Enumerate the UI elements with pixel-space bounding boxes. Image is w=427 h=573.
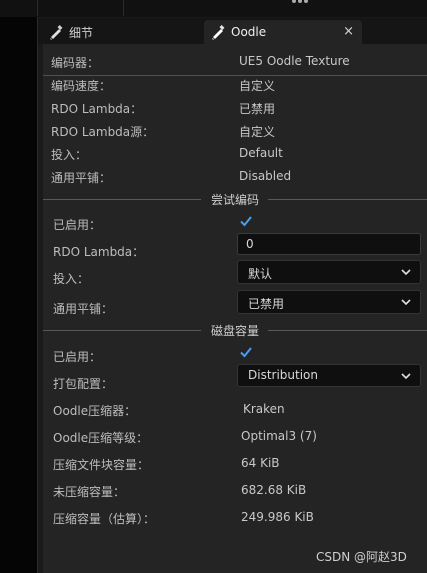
info-row-rdo-lambda: RDO Lambda： 已禁用 <box>43 96 427 118</box>
disk-label: 压缩容量（估算）： <box>53 512 156 526</box>
info-value: Default <box>239 146 283 160</box>
top-strip-segment <box>0 0 38 16</box>
try-rdo-label: RDO Lambda： <box>53 245 145 259</box>
tiling-dropdown[interactable]: 已禁用 <box>237 290 421 314</box>
section-line <box>268 199 427 200</box>
disk-row-compressor: Oodle压缩器： Kraken <box>43 398 427 420</box>
info-label: 编码速度： <box>51 79 112 93</box>
close-icon[interactable]: × <box>343 24 354 39</box>
effort-dropdown[interactable]: 默认 <box>237 260 421 284</box>
try-tiling-label: 通用平铺： <box>53 302 114 316</box>
chevron-down-icon <box>401 299 411 306</box>
info-row-effort: 投入： Default <box>43 142 427 164</box>
disk-label: 压缩文件块容量： <box>53 458 150 472</box>
pack-config-selected: Distribution <box>248 368 319 382</box>
oodle-panel: 编码器： UE5 Oodle Texture 编码速度： 自定义 RDO Lam… <box>43 44 427 573</box>
section-header-try-encode: 尝试编码 <box>43 190 427 208</box>
info-value: UE5 Oodle Texture <box>239 54 350 68</box>
chevron-down-icon <box>401 373 411 380</box>
disk-value: Kraken <box>243 402 285 416</box>
section-line <box>268 330 427 331</box>
disk-enabled-row: 已启用： <box>43 344 427 366</box>
disk-enabled-checkbox[interactable] <box>239 345 253 359</box>
disk-enabled-label: 已启用： <box>53 350 102 364</box>
info-value: 已禁用 <box>239 102 276 116</box>
panel-tab-bar: 细节 Oodle × <box>38 18 427 44</box>
try-effort-label: 投入： <box>53 272 90 286</box>
info-row-encoder: 编码器： UE5 Oodle Texture <box>43 50 427 72</box>
info-value: 自定义 <box>239 125 276 139</box>
details-icon <box>50 25 63 40</box>
info-value: 自定义 <box>239 79 276 93</box>
tiling-selected: 已禁用 <box>248 297 285 311</box>
section-header-disk: 磁盘容量 <box>43 321 427 339</box>
tab-oodle[interactable]: Oodle × <box>204 20 362 44</box>
info-row-tiling: 通用平铺： Disabled <box>43 165 427 187</box>
info-label: RDO Lambda源： <box>51 125 155 139</box>
disk-label: Oodle压缩等级： <box>53 431 149 445</box>
try-enabled-row: 已启用： <box>43 212 427 234</box>
info-row-rdo-lambda-source: RDO Lambda源： 自定义 <box>43 119 427 141</box>
rdo-lambda-input[interactable]: 0 <box>237 233 421 255</box>
pack-config-label: 打包配置： <box>53 377 114 391</box>
info-label: 通用平铺： <box>51 171 112 185</box>
effort-selected: 默认 <box>248 267 273 281</box>
toolbar-icon <box>292 0 308 3</box>
watermark: CSDN @阿赵3D <box>316 550 407 564</box>
disk-value: 682.68 KiB <box>241 483 307 497</box>
disk-value: 249.986 KiB <box>241 510 314 524</box>
disk-value: Optimal3 (7) <box>241 429 317 443</box>
disk-value: 64 KiB <box>241 456 280 470</box>
top-strip <box>0 0 427 17</box>
oodle-tab-icon <box>212 25 225 40</box>
info-label: 投入： <box>51 148 88 162</box>
chevron-down-icon <box>401 269 411 276</box>
top-strip-segment <box>38 0 124 16</box>
top-strip-segment <box>124 0 426 16</box>
rdo-lambda-value: 0 <box>246 237 254 251</box>
disk-row-compressed: 压缩容量（估算）： 249.986 KiB <box>43 506 427 528</box>
try-enabled-checkbox[interactable] <box>239 214 253 228</box>
disk-label: 未压缩容量： <box>53 485 126 499</box>
tab-oodle-label: Oodle <box>231 25 267 39</box>
left-pane <box>0 17 38 573</box>
try-enabled-label: 已启用： <box>53 218 102 232</box>
pack-config-dropdown[interactable]: Distribution <box>237 364 421 387</box>
info-row-encode-speed: 编码速度： 自定义 <box>43 73 427 95</box>
tab-details-label: 细节 <box>69 25 94 40</box>
disk-label: Oodle压缩器： <box>53 404 137 418</box>
tab-details[interactable]: 细节 <box>42 20 202 44</box>
disk-row-chunk: 压缩文件块容量： 64 KiB <box>43 452 427 474</box>
disk-row-uncompressed: 未压缩容量： 682.68 KiB <box>43 479 427 501</box>
info-label: 编码器： <box>51 56 100 70</box>
info-value: Disabled <box>239 169 292 183</box>
disk-row-level: Oodle压缩等级： Optimal3 (7) <box>43 425 427 447</box>
info-label: RDO Lambda： <box>51 102 143 116</box>
